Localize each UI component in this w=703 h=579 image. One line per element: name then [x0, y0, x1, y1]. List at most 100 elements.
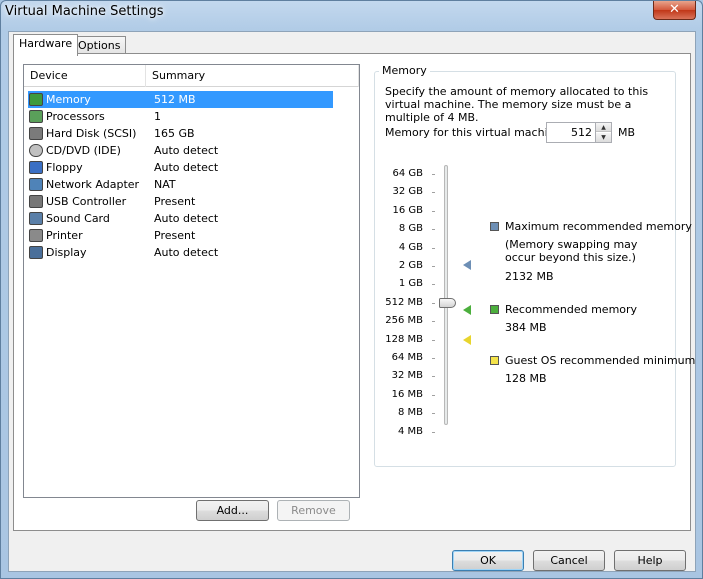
spinner-buttons: ▲ ▼ [595, 123, 611, 142]
usb-icon [29, 195, 43, 208]
settings-window: Virtual Machine Settings ✕ Hardware Opti… [0, 0, 703, 579]
scale-tick-label: 2 GB [398, 260, 423, 271]
scale-tick-mark [432, 376, 435, 378]
scale-tick-mark [432, 321, 435, 323]
scale-tick-label: 16 GB [392, 204, 423, 216]
device-row[interactable]: Sound Card Auto detect [28, 210, 333, 227]
device-row[interactable]: Memory 512 MB [28, 91, 333, 108]
recommended-marker-icon [463, 305, 471, 316]
guest-min-value: 128 MB [505, 372, 547, 385]
spin-down-button[interactable]: ▼ [596, 133, 611, 142]
device-row[interactable]: Display Auto detect [28, 244, 333, 261]
scale-tick-mark [432, 302, 435, 304]
device-row[interactable]: Processors 1 [28, 108, 333, 125]
scale-tick-mark [432, 413, 435, 415]
scale-tick-label: 128 MB [385, 333, 423, 345]
scale-tick-mark [432, 339, 435, 341]
scale-tick-label: 512 MB [385, 296, 423, 308]
device-name: Network Adapter [46, 178, 140, 191]
display-icon [29, 246, 43, 259]
scale-tick-label: 4 MB [397, 425, 423, 437]
scale-tick-label: 8 GB [398, 223, 423, 235]
column-header-device[interactable]: Device [24, 65, 146, 87]
device-summary: Auto detect [154, 144, 219, 157]
remove-button[interactable]: Remove [277, 500, 350, 521]
close-button[interactable]: ✕ [653, 1, 696, 20]
column-header-summary[interactable]: Summary [146, 65, 359, 87]
scale-tick-mark [432, 192, 435, 194]
device-summary: 1 [154, 110, 161, 123]
scale-tick-mark [432, 358, 435, 359]
max-recommended-marker-icon [463, 259, 471, 270]
memory-spinner[interactable]: 512 ▲ ▼ [546, 122, 612, 143]
memory-group: Memory Specify the amount of memory allo… [374, 64, 695, 467]
memory-slider-thumb[interactable] [439, 297, 456, 308]
device-row[interactable]: USB Controller Present [28, 193, 333, 210]
device-name: Processors [46, 110, 105, 123]
scale-tick-label: 1 GB [398, 278, 423, 290]
guest-min-legend-icon [490, 356, 499, 365]
device-name: USB Controller [46, 195, 127, 208]
floppy-icon [29, 161, 43, 174]
window-title: Virtual Machine Settings [5, 4, 164, 19]
help-button[interactable]: Help [614, 550, 686, 571]
device-row[interactable]: Network Adapter NAT [28, 176, 333, 193]
device-summary: Auto detect [154, 161, 219, 174]
recommended-value: 384 MB [505, 321, 547, 334]
scale-tick-mark [432, 229, 435, 231]
memory-unit: MB [618, 126, 636, 139]
scale-tick-mark [432, 431, 435, 433]
guest-min-label: Guest OS recommended minimum [505, 354, 696, 367]
scale-tick-mark [432, 247, 435, 249]
scale-tick-label: 256 MB [385, 315, 423, 327]
device-name: Printer [46, 229, 83, 242]
scale-tick-mark [432, 394, 435, 396]
scale-tick-label: 8 MB [397, 407, 423, 419]
ok-button[interactable]: OK [452, 550, 524, 571]
memory-input[interactable]: 512 [571, 126, 592, 139]
max-recommended-value: 2132 MB [505, 270, 554, 283]
printer-icon [29, 229, 43, 242]
memory-field-label: Memory for this virtual machine: [385, 126, 566, 139]
processor-icon [29, 110, 43, 123]
device-row[interactable]: CD/DVD (IDE) Auto detect [28, 142, 333, 159]
scale-tick-mark [432, 266, 435, 267]
memory-icon [29, 93, 43, 106]
device-name: Display [46, 246, 87, 259]
memory-slider-track[interactable] [444, 165, 448, 425]
scale-tick-label: 32 MB [391, 370, 423, 382]
device-row[interactable]: Printer Present [28, 227, 333, 244]
recommended-label: Recommended memory [505, 303, 638, 316]
scale-tick-label: 16 MB [391, 388, 423, 400]
hard-disk-icon [29, 127, 43, 140]
max-recommended-legend-icon [490, 222, 499, 231]
device-name: Floppy [46, 161, 83, 174]
max-recommended-note-1: (Memory swapping may [505, 238, 638, 251]
device-summary: Present [154, 195, 196, 208]
add-button[interactable]: Add... [196, 500, 269, 521]
device-name: CD/DVD (IDE) [46, 144, 121, 157]
device-list[interactable]: Device Summary Memory 512 MB Processors 1 Ha… [23, 64, 360, 498]
scale-tick-label: 64 MB [391, 352, 423, 363]
scale-tick-label: 64 GB [392, 168, 423, 179]
dialog-client: Hardware Options Device Summary Memory 51… [8, 31, 696, 572]
memory-description: Specify the amount of memory allocated t… [385, 85, 649, 124]
device-row[interactable]: Hard Disk (SCSI) 165 GB [28, 125, 333, 142]
tab-hardware[interactable]: Hardware [13, 34, 79, 56]
cancel-button[interactable]: Cancel [533, 550, 605, 571]
sound-card-icon [29, 212, 43, 225]
device-summary: Present [154, 229, 196, 242]
title-bar[interactable]: Virtual Machine Settings ✕ [1, 1, 702, 27]
device-name: Memory [46, 93, 91, 106]
scale-tick-mark [432, 284, 435, 286]
scale-tick-mark [432, 174, 435, 175]
device-summary: Auto detect [154, 246, 219, 259]
guest-min-marker-icon [463, 334, 471, 345]
device-summary: NAT [154, 178, 176, 191]
max-recommended-note-2: occur beyond this size.) [505, 251, 636, 264]
device-summary: 165 GB [154, 127, 195, 140]
device-name: Hard Disk (SCSI) [46, 127, 137, 140]
device-row[interactable]: Floppy Auto detect [28, 159, 333, 176]
spin-up-button[interactable]: ▲ [596, 123, 611, 132]
scale-tick-label: 32 GB [392, 186, 423, 198]
